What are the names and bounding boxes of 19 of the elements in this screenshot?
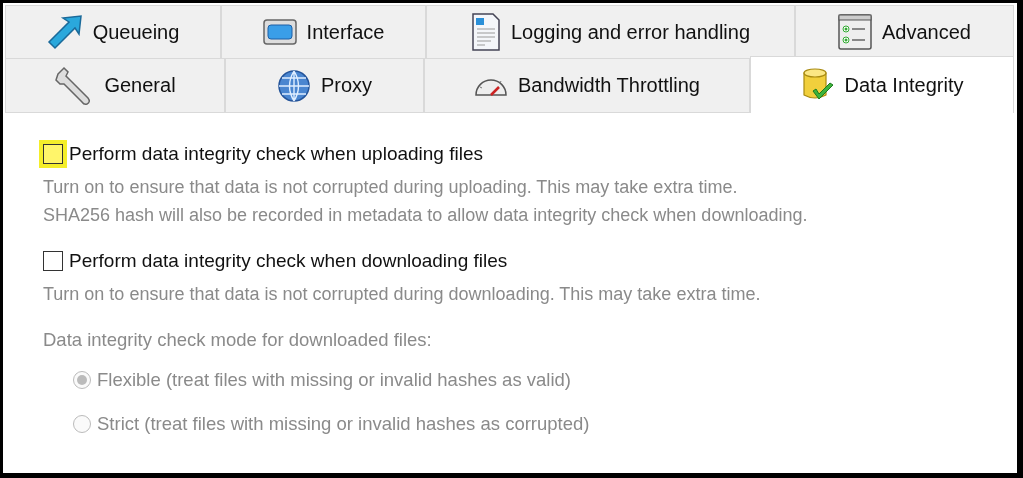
tab[interactable]: Data Integrity <box>750 56 1014 113</box>
checkbox-label[interactable]: Perform data integrity check when uploading files <box>69 143 483 165</box>
tab[interactable]: Logging and error handling <box>426 5 795 58</box>
tab[interactable]: Bandwidth Throttling <box>424 58 750 113</box>
tab[interactable]: Queueing <box>5 5 221 58</box>
tab[interactable]: Proxy <box>225 58 424 113</box>
tab[interactable]: Advanced <box>795 5 1014 58</box>
arrow-icon <box>46 14 83 50</box>
tab[interactable]: General <box>5 58 225 113</box>
option-description: Turn on to ensure that data is not corrupted during downloading. This may take extra time. <box>43 283 762 306</box>
globe-icon <box>276 68 311 103</box>
option-description: Turn on to ensure that data is not corrupted during uploading. This may take extra time. SHA256 hash will also be recorded in metadata to allow data integrity check when downloading. <box>43 176 809 227</box>
document-icon <box>470 13 501 51</box>
checkbox[interactable] <box>43 251 63 271</box>
mode-label: Data integrity check mode for downloaded files: <box>43 329 433 351</box>
tab[interactable]: Interface <box>221 5 426 58</box>
checklist-icon <box>838 14 872 50</box>
monitor-icon <box>262 19 297 45</box>
checkbox-label[interactable]: Perform data integrity check when downloading files <box>69 250 508 272</box>
